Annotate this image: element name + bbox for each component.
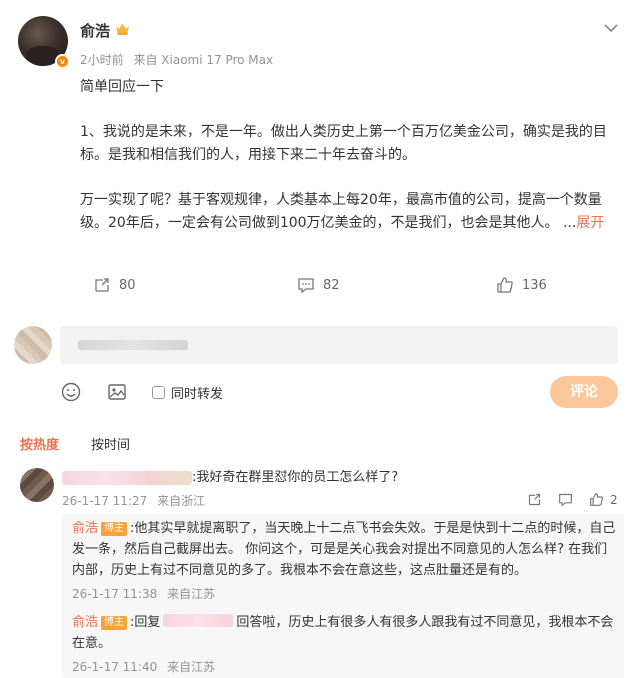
post-paragraph-text: 万一实现了呢？基于客观规律，人类基本上每20年，最高市值的公司，提高一个数量级。… bbox=[80, 192, 602, 231]
reply-item: 俞浩 博主:回复 回答啦，历史上有很多人有很多人跟我有过不同意见，我根本不会在意。 … bbox=[72, 612, 617, 678]
checkbox-box[interactable] bbox=[152, 385, 165, 399]
reply-meta: 26-1-17 11:38 来自江苏 bbox=[72, 584, 617, 605]
my-avatar bbox=[14, 326, 52, 364]
author-tag-badge: 博主 bbox=[101, 616, 128, 630]
comment-text: :我好奇在群里怼你的员工怎么样了? bbox=[192, 470, 399, 485]
repost-button[interactable]: 80 bbox=[93, 276, 136, 294]
reply-author[interactable]: 俞浩 bbox=[72, 521, 98, 536]
chevron-down-icon[interactable] bbox=[603, 22, 619, 34]
author-name[interactable]: 俞浩 bbox=[80, 20, 110, 41]
comment-location: 来自浙江 bbox=[157, 494, 206, 508]
comment-meta: 26-1-17 11:27 来自浙江 bbox=[62, 492, 205, 509]
post-meta: 2小时前 来自 Xiaomi 17 Pro Max bbox=[80, 51, 273, 68]
repost-checkbox-label: 同时转发 bbox=[171, 386, 224, 402]
post-paragraph: 万一实现了呢？基于客观规律，人类基本上每20年，最高市值的公司，提高一个数量级。… bbox=[80, 189, 615, 235]
composer-tools: 同时转发 bbox=[60, 378, 223, 406]
reply-location: 来自江苏 bbox=[167, 660, 216, 674]
post-paragraph: 1、我说的是未来，不是一年。做出人类历史上第一个百万亿美金公司，确实是我的目标。… bbox=[80, 124, 607, 163]
comment-actions: 2 bbox=[527, 492, 618, 507]
post-header: v 俞浩 2小时前 来自 Xiaomi 17 Pro Max bbox=[18, 14, 618, 74]
comment-date: 26-1-17 11:27 bbox=[62, 494, 148, 508]
like-count: 136 bbox=[522, 277, 547, 293]
mention-blurred[interactable] bbox=[163, 614, 234, 627]
post-time[interactable]: 2小时前 bbox=[80, 53, 124, 67]
comment-icon[interactable] bbox=[558, 492, 573, 507]
comment-composer: 同时转发 评论 bbox=[0, 318, 631, 418]
like-icon[interactable] bbox=[589, 492, 604, 507]
reply-meta: 26-1-17 11:40 来自江苏 bbox=[72, 657, 617, 678]
reply-text: :他其实早就提离职了，当天晚上十二点飞书会失效。于是是快到十二点的时候，自己发一… bbox=[72, 521, 616, 578]
crown-icon bbox=[116, 23, 129, 35]
tab-sort-time[interactable]: 按时间 bbox=[91, 434, 130, 453]
reply-item: 俞浩 博主:他其实早就提离职了，当天晚上十二点飞书会失效。于是是快到十二点的时候，… bbox=[72, 518, 617, 605]
like-icon bbox=[497, 277, 513, 293]
repost-checkbox[interactable]: 同时转发 bbox=[152, 383, 223, 402]
reply-date: 26-1-17 11:38 bbox=[72, 587, 158, 601]
post-action-bar: 80 82 136 bbox=[0, 270, 631, 304]
emoji-icon[interactable] bbox=[60, 381, 82, 403]
expand-link[interactable]: 展开 bbox=[576, 215, 604, 231]
blurred-placeholder bbox=[78, 340, 188, 350]
verified-badge-icon: v bbox=[55, 54, 70, 69]
commenter-name-blurred[interactable] bbox=[62, 471, 192, 485]
reply-prefix: :回复 bbox=[130, 615, 161, 630]
like-button[interactable]: 136 bbox=[496, 276, 547, 294]
post-source: 来自 Xiaomi 17 Pro Max bbox=[133, 53, 274, 67]
submit-comment-button[interactable]: 评论 bbox=[550, 376, 618, 408]
sort-tabs: 按热度 按时间 bbox=[0, 430, 631, 460]
commenter-avatar[interactable] bbox=[20, 468, 54, 502]
author-tag-badge: 博主 bbox=[101, 522, 128, 536]
comment-like-count: 2 bbox=[610, 492, 618, 507]
reply-date: 26-1-17 11:40 bbox=[72, 660, 158, 674]
post-body: 简单回应一下 1、我说的是未来，不是一年。做出人类历史上第一个百万亿美金公司，确… bbox=[80, 76, 615, 257]
comment-icon bbox=[298, 278, 314, 294]
tab-sort-hot[interactable]: 按热度 bbox=[20, 434, 59, 453]
comment-button[interactable]: 82 bbox=[297, 276, 340, 294]
comment-count: 82 bbox=[323, 277, 340, 293]
repost-icon[interactable] bbox=[527, 492, 542, 507]
reply-location: 来自江苏 bbox=[167, 587, 216, 601]
repost-icon bbox=[95, 278, 109, 292]
repost-count: 80 bbox=[119, 277, 136, 293]
post-paragraph: 简单回应一下 bbox=[80, 79, 164, 95]
reply-author[interactable]: 俞浩 bbox=[72, 615, 98, 630]
reply-thread: 俞浩 博主:他其实早就提离职了，当天晚上十二点飞书会失效。于是是快到十二点的时候，… bbox=[62, 514, 624, 678]
image-icon[interactable] bbox=[106, 381, 128, 403]
